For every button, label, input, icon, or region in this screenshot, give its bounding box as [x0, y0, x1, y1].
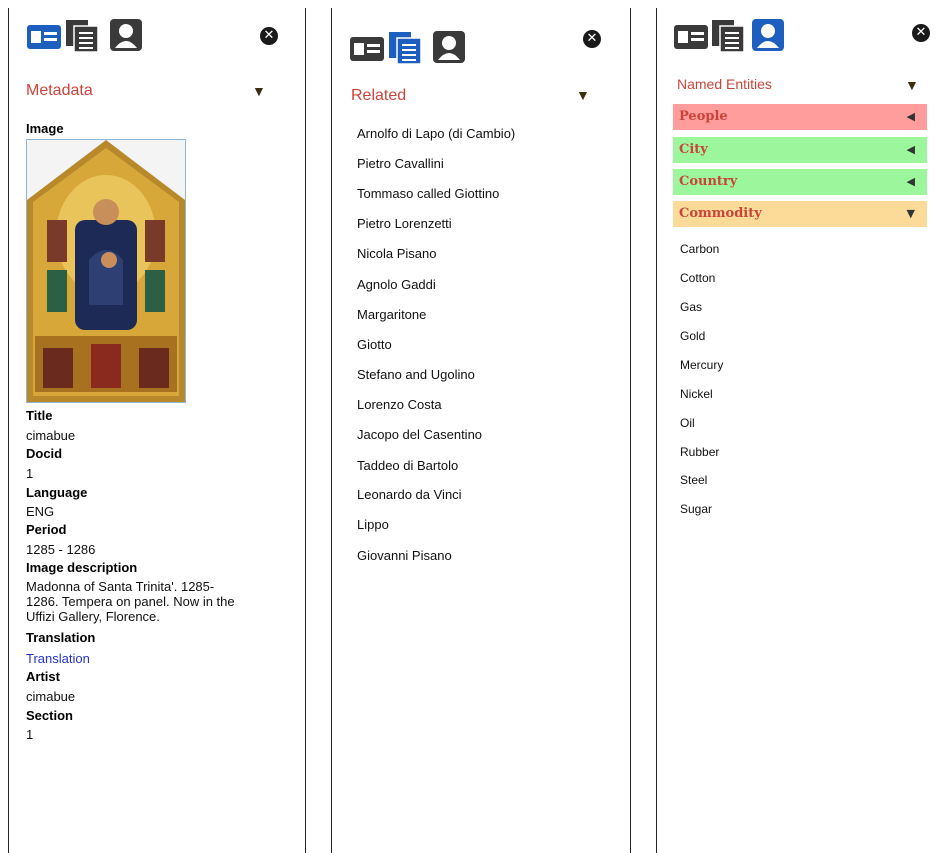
- related-item[interactable]: Lorenzo Costa: [357, 397, 442, 412]
- chevron-left-icon: ◀: [906, 143, 915, 156]
- category-label: City: [679, 142, 708, 157]
- entity-item[interactable]: Oil: [680, 416, 695, 430]
- field-value-artist: cimabue: [26, 689, 76, 704]
- close-icon[interactable]: ✕: [912, 24, 930, 42]
- field-label-artist: Artist: [26, 669, 60, 684]
- category-city[interactable]: City ◀: [673, 137, 927, 163]
- chevron-down-icon[interactable]: ▼: [252, 83, 266, 99]
- field-value-period: 1285 - 1286: [26, 542, 96, 557]
- metadata-tab-icon[interactable]: [673, 24, 709, 50]
- related-tab-icon[interactable]: [388, 31, 424, 65]
- entity-item[interactable]: Mercury: [680, 358, 723, 372]
- category-commodity[interactable]: Commodity ▼: [673, 201, 927, 227]
- related-item[interactable]: Taddeo di Bartolo: [357, 458, 458, 473]
- entity-item[interactable]: Gas: [680, 300, 702, 314]
- field-label-docid: Docid: [26, 446, 63, 461]
- chevron-down-icon: ▼: [906, 207, 915, 220]
- field-label-period: Period: [26, 522, 67, 537]
- related-item[interactable]: Jacopo del Casentino: [357, 427, 482, 442]
- related-tab-icon[interactable]: [711, 19, 747, 53]
- category-label: People: [679, 109, 728, 124]
- entity-item[interactable]: Steel: [680, 473, 707, 487]
- category-people[interactable]: People ◀: [673, 104, 927, 130]
- entity-item[interactable]: Sugar: [680, 502, 712, 516]
- related-tab-icon[interactable]: [65, 19, 101, 53]
- field-value-description-line: Madonna of Santa Trinita'. 1285-: [26, 579, 215, 594]
- field-label-image-description: Image description: [26, 560, 138, 575]
- field-value-description-line: Uffizi Gallery, Florence.: [26, 609, 160, 624]
- image-label: Image: [26, 121, 64, 136]
- entities-tab-icon[interactable]: [109, 18, 145, 52]
- entities-tab-icon[interactable]: [751, 18, 787, 52]
- field-label-language: Language: [26, 485, 88, 500]
- related-item[interactable]: Giotto: [357, 337, 392, 352]
- entity-item[interactable]: Cotton: [680, 271, 715, 285]
- related-item[interactable]: Stefano and Ugolino: [357, 367, 475, 382]
- related-item[interactable]: Nicola Pisano: [357, 246, 437, 261]
- entities-panel: ✕ Named Entities ▼ People ◀ City ◀ Count…: [656, 8, 941, 853]
- entity-item[interactable]: Rubber: [680, 445, 719, 459]
- field-value-description-line: 1286. Tempera on panel. Now in the: [26, 594, 235, 609]
- category-country[interactable]: Country ◀: [673, 169, 927, 195]
- field-value-docid: 1: [26, 466, 34, 481]
- artwork-image[interactable]: [26, 139, 186, 403]
- metadata-panel: ✕ Metadata ▼ Image Title cimabue Docid 1…: [8, 8, 306, 853]
- entity-item[interactable]: Gold: [680, 329, 705, 343]
- section-title: Metadata: [26, 82, 93, 99]
- entity-item[interactable]: Nickel: [680, 387, 713, 401]
- related-item[interactable]: Giovanni Pisano: [357, 548, 452, 563]
- section-title: Related: [351, 87, 407, 104]
- related-item[interactable]: Pietro Cavallini: [357, 156, 444, 171]
- section-title: Named Entities: [677, 76, 772, 92]
- related-item[interactable]: Margaritone: [357, 307, 426, 322]
- metadata-tab-icon[interactable]: [26, 24, 62, 50]
- related-panel: ✕ Related ▼ Arnolfo di Lapo (di Cambio) …: [331, 8, 631, 853]
- metadata-tab-icon[interactable]: [349, 36, 385, 62]
- close-icon[interactable]: ✕: [260, 27, 278, 45]
- related-item[interactable]: Agnolo Gaddi: [357, 277, 436, 292]
- field-value-language: ENG: [26, 504, 55, 519]
- chevron-left-icon: ◀: [906, 110, 915, 123]
- related-item[interactable]: Arnolfo di Lapo (di Cambio): [357, 126, 515, 141]
- field-label-section: Section: [26, 708, 73, 723]
- chevron-down-icon[interactable]: ▼: [576, 87, 590, 103]
- related-item[interactable]: Pietro Lorenzetti: [357, 216, 452, 231]
- close-icon[interactable]: ✕: [583, 30, 601, 48]
- related-item[interactable]: Leonardo da Vinci: [357, 487, 462, 502]
- related-item[interactable]: Lippo: [357, 517, 389, 532]
- chevron-down-icon[interactable]: ▼: [905, 77, 919, 93]
- chevron-left-icon: ◀: [906, 175, 915, 188]
- entity-item[interactable]: Carbon: [680, 242, 719, 256]
- entities-tab-icon[interactable]: [432, 30, 468, 64]
- related-item[interactable]: Tommaso called Giottino: [357, 186, 499, 201]
- field-value-section: 1: [26, 727, 34, 742]
- field-label-title: Title: [26, 408, 53, 423]
- field-label-translation: Translation: [26, 630, 96, 645]
- category-label: Commodity: [679, 206, 762, 221]
- translation-link[interactable]: Translation: [26, 651, 90, 666]
- field-value-title: cimabue: [26, 428, 76, 443]
- category-label: Country: [679, 174, 738, 189]
